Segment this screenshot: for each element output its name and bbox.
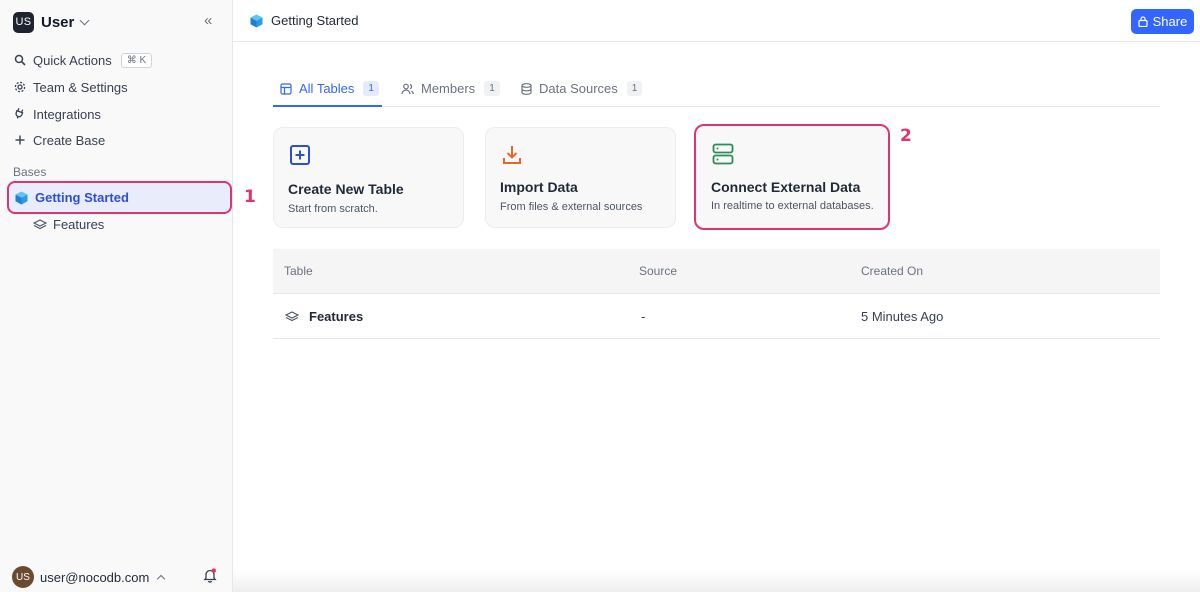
tab-label: All Tables: [299, 81, 355, 96]
topbar: Getting Started Share: [233, 0, 1200, 42]
created-on-cell: 5 Minutes Ago: [861, 309, 944, 324]
tab-count-badge: 1: [363, 81, 379, 96]
table-row[interactable]: Features - 5 Minutes Ago: [273, 294, 1160, 339]
card-title: Connect External Data: [711, 179, 861, 195]
table-name: Features: [309, 309, 364, 324]
tab-count-badge: 1: [626, 81, 643, 96]
chevron-up-icon: [157, 574, 166, 584]
shortcut-badge: ⌘ K: [120, 52, 153, 68]
card-subtitle: In realtime to external databases.: [711, 200, 874, 212]
plug-icon: [14, 108, 26, 120]
sidebar-item-integrations[interactable]: Integrations: [14, 105, 101, 123]
tab-label: Data Sources: [539, 81, 618, 96]
sidebar-item-label: Integrations: [33, 106, 101, 122]
bottom-shadow: [233, 570, 1200, 592]
table-icon: [280, 83, 292, 95]
tab-count-badge: 1: [484, 81, 500, 96]
sidebar-table-features[interactable]: Features: [33, 217, 104, 232]
annotation-number: 2: [900, 126, 912, 146]
database-icon: [521, 83, 532, 95]
share-button[interactable]: Share: [1131, 9, 1194, 34]
column-header: Created On: [861, 264, 924, 278]
column-header: Table: [284, 264, 313, 278]
column-header: Source: [639, 264, 678, 278]
tab-label: Members: [421, 81, 476, 96]
users-icon: [401, 83, 414, 95]
gear-icon: [14, 81, 26, 93]
base-label: Getting Started: [35, 190, 129, 205]
table-name-cell: Features: [285, 309, 363, 324]
source-cell: -: [641, 309, 646, 324]
table-label: Features: [53, 217, 105, 232]
plus-square-icon: [289, 144, 311, 171]
annotation-number: 1: [244, 187, 256, 207]
sidebar-item-label: Team & Settings: [33, 79, 128, 95]
sidebar-item-team-settings[interactable]: Team & Settings: [14, 78, 128, 96]
tab-all-tables[interactable]: All Tables 1: [273, 78, 382, 107]
sidebar-item-getting-started[interactable]: Getting Started: [7, 181, 232, 214]
layers-icon: [33, 218, 47, 231]
create-new-table-card[interactable]: Create New Table Start from scratch.: [273, 127, 464, 228]
connect-external-data-card[interactable]: Connect External Data In realtime to ext…: [694, 124, 890, 230]
layers-icon: [285, 310, 299, 323]
download-icon: [501, 144, 523, 171]
card-subtitle: From files & external sources: [500, 201, 643, 213]
quick-actions-item[interactable]: Quick Actions ⌘ K: [14, 51, 153, 69]
sidebar-item-label: Create Base: [33, 132, 106, 148]
workspace-switcher[interactable]: US User: [13, 11, 90, 33]
sidebar: US User « Quick Actions ⌘ K Team & Setti…: [0, 0, 256, 592]
cube-icon: [250, 14, 263, 28]
page-title: Getting Started: [271, 13, 359, 28]
cube-icon: [15, 191, 28, 205]
chevron-down-icon: [79, 15, 90, 26]
user-menu[interactable]: US user@nocodb.com: [12, 566, 166, 588]
import-data-card[interactable]: Import Data From files & external source…: [485, 127, 676, 228]
bases-section-label: Bases: [13, 165, 47, 179]
tab-bar: All Tables 1 Members 1 Data Sources 1: [273, 78, 1160, 107]
avatar: US: [12, 566, 34, 588]
card-title: Create New Table: [288, 181, 404, 197]
quick-actions-label: Quick Actions: [33, 52, 112, 68]
card-subtitle: Start from scratch.: [288, 203, 378, 215]
bell-icon[interactable]: [203, 568, 217, 588]
double-chevron-left-icon[interactable]: «: [204, 13, 212, 29]
sidebar-item-create-base[interactable]: Create Base: [14, 131, 105, 149]
share-label: Share: [1152, 14, 1188, 29]
tables-grid: Table Source Created On Features - 5 Min…: [273, 249, 1160, 339]
tab-data-sources[interactable]: Data Sources 1: [521, 78, 643, 107]
workspace-avatar: US: [13, 11, 34, 33]
table-header: Table Source Created On: [273, 249, 1160, 294]
tab-members[interactable]: Members 1: [401, 78, 500, 107]
workspace-name: User: [41, 13, 75, 31]
server-icon: [712, 143, 734, 170]
user-email: user@nocodb.com: [40, 569, 150, 585]
lock-icon: [1138, 16, 1148, 27]
search-icon: [14, 54, 26, 66]
card-title: Import Data: [500, 179, 578, 195]
breadcrumb: Getting Started: [250, 13, 358, 28]
plus-icon: [14, 134, 26, 146]
